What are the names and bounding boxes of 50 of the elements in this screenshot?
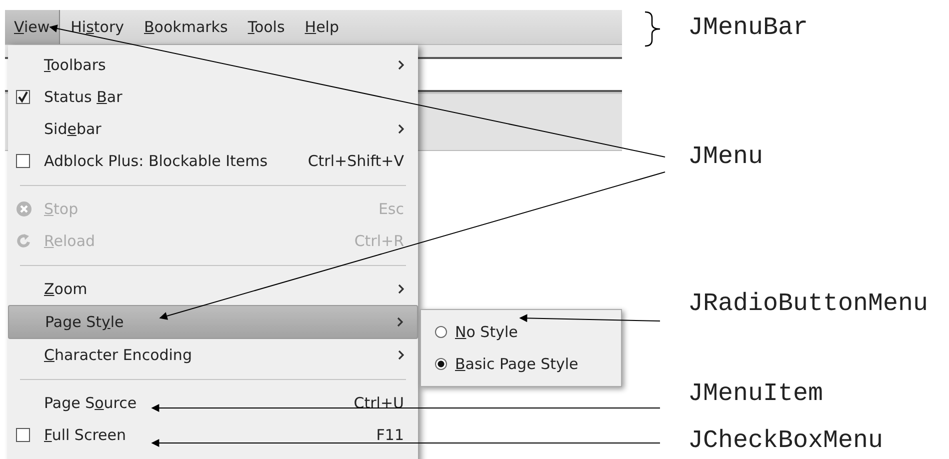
stop-icon	[16, 201, 32, 217]
menu-item[interactable]: Full Screen F11	[8, 419, 418, 451]
menu-bar-item[interactable]: History	[62, 10, 133, 44]
menu-item[interactable]: Adblock Plus: Blockable Items Ctrl+Shift+V	[8, 145, 418, 177]
radio-menu-item[interactable]: No Style	[421, 316, 621, 348]
annotation-label: JMenu	[688, 142, 764, 172]
menu-item-label: Basic Page Style	[455, 355, 578, 373]
menu-item-label: Toolbars	[44, 56, 106, 74]
reload-icon	[16, 233, 32, 249]
menu-bar-item[interactable]: Bookmarks	[135, 10, 237, 44]
chevron-icon	[398, 350, 404, 360]
annotation-label: JMenuItem	[688, 379, 824, 409]
radio-button[interactable]	[435, 326, 447, 338]
brace-icon	[644, 11, 661, 47]
menu-bar-item[interactable]: Help	[296, 10, 348, 44]
menu-item-label: Status Bar	[44, 88, 122, 106]
radio-menu-item[interactable]: Basic Page Style	[421, 348, 621, 380]
menu-item[interactable]: Page Style	[8, 305, 418, 339]
shortcut-label: Esc	[378, 200, 404, 218]
radio-button[interactable]	[435, 358, 447, 370]
menu-item-label: Reload	[44, 232, 96, 250]
checkbox[interactable]	[16, 90, 30, 104]
annotation-label: JRadioButtonMenu	[688, 289, 928, 319]
chevron-icon	[397, 317, 403, 327]
shortcut-label: Ctrl+Shift+V	[308, 152, 404, 170]
menu-item-label: Page Source	[44, 394, 137, 412]
menu-item-label: Sidebar	[44, 120, 102, 138]
menu-item-label: Stop	[44, 200, 78, 218]
chevron-icon	[398, 124, 404, 134]
menu-item[interactable]: Character Encoding	[8, 339, 418, 371]
menu-item-label: Character Encoding	[44, 346, 192, 364]
menu-item-label: Full Screen	[44, 426, 126, 444]
chevron-icon	[398, 284, 404, 294]
menu-item-label: Adblock Plus: Blockable Items	[44, 152, 268, 170]
menu-item[interactable]: Status Bar	[8, 81, 418, 113]
checkbox[interactable]	[16, 428, 30, 442]
shortcut-label: F11	[376, 426, 404, 444]
menu-item[interactable]: Toolbars	[8, 49, 418, 81]
shortcut-label: Ctrl+R	[354, 232, 404, 250]
menu-item-label: Zoom	[44, 280, 88, 298]
menu-item[interactable]: Zoom	[8, 273, 418, 305]
checkbox[interactable]	[16, 154, 30, 168]
annotation-label: JMenuBar	[688, 13, 808, 43]
menu-bar-item[interactable]: View	[5, 10, 60, 44]
chevron-icon	[398, 60, 404, 70]
annotation-label: JCheckBoxMenu	[688, 426, 884, 456]
menu-item[interactable]: Sidebar	[8, 113, 418, 145]
menu-item-label: Page Style	[45, 313, 124, 331]
menu-item-label: No Style	[455, 323, 518, 341]
menu-bar-item[interactable]: Tools	[238, 10, 294, 44]
